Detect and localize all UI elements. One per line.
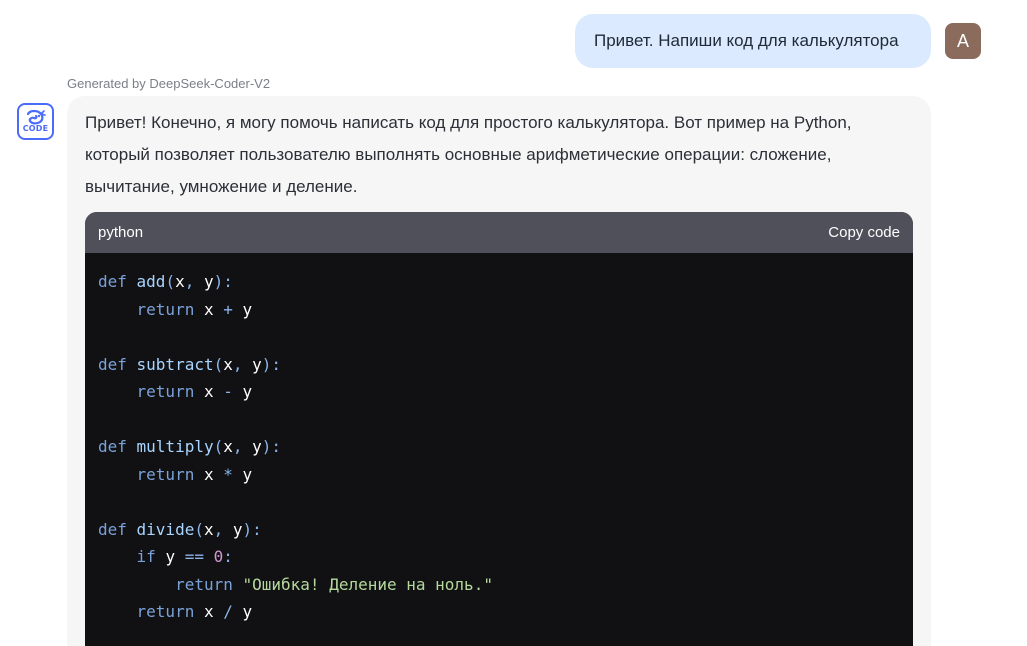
- code-token: ,: [232, 437, 253, 456]
- code-line: def subtract(x, y):: [98, 351, 493, 379]
- code-line: if y == 0:: [98, 543, 493, 571]
- code-token: return: [98, 464, 204, 484]
- copy-code-button[interactable]: Copy code: [828, 212, 900, 253]
- code-token: def: [98, 437, 137, 456]
- code-content: def add(x, y): return x + y def subtract…: [98, 268, 493, 626]
- code-token: def: [98, 354, 137, 374]
- code-token: subtract: [136, 354, 214, 374]
- code-token: x: [223, 437, 233, 456]
- code-token: (: [213, 354, 224, 374]
- code-token: y: [242, 299, 253, 319]
- assistant-message-bubble: Привет! Конечно, я могу помочь написать …: [67, 96, 931, 646]
- assistant-avatar: CODE: [17, 103, 54, 140]
- code-token: (: [194, 519, 204, 539]
- code-token: def: [98, 272, 137, 291]
- code-line: return x * y: [98, 461, 493, 489]
- code-line: return x / y: [98, 598, 493, 626]
- code-token: y: [232, 519, 243, 539]
- user-message-text: Привет. Напиши код для калькулятора: [594, 31, 899, 50]
- code-line: return "Ошибка! Деление на ноль.": [98, 571, 493, 599]
- code-token: :: [223, 547, 233, 566]
- deepseek-whale-icon: [26, 109, 46, 125]
- code-token: y: [242, 602, 253, 621]
- code-block: python Copy code def add(x, y): return x…: [85, 212, 913, 646]
- code-token: x: [203, 519, 214, 539]
- code-token: ,: [232, 354, 253, 374]
- code-token: multiply: [136, 437, 214, 456]
- code-token: return: [98, 382, 204, 401]
- code-line: def divide(x, y):: [98, 516, 493, 544]
- code-token: x: [203, 382, 214, 401]
- code-token: y: [242, 382, 253, 401]
- code-token: x: [203, 464, 214, 484]
- code-token: y: [165, 547, 176, 566]
- chat-page: Привет. Напиши код для калькулятора A Ge…: [0, 0, 1027, 646]
- code-token: divide: [136, 519, 195, 539]
- user-message-bubble: Привет. Напиши код для калькулятора: [575, 14, 931, 68]
- model-label: Generated by DeepSeek-Coder-V2: [67, 76, 271, 91]
- code-token: return: [98, 602, 204, 621]
- code-token: -: [213, 382, 243, 401]
- code-token: (: [165, 272, 176, 291]
- user-avatar[interactable]: A: [945, 23, 981, 59]
- code-token: return: [98, 574, 243, 594]
- code-token: add: [136, 272, 166, 291]
- code-line: return x - y: [98, 378, 493, 406]
- code-line: def add(x, y):: [98, 268, 493, 296]
- code-token: ==: [175, 547, 214, 566]
- code-token: /: [213, 602, 243, 621]
- code-token: ,: [184, 272, 204, 291]
- code-token: x: [203, 299, 214, 319]
- code-token: y: [203, 272, 214, 291]
- code-token: x: [223, 354, 233, 374]
- code-token: if: [98, 547, 166, 566]
- code-token: y: [252, 437, 262, 456]
- user-avatar-letter: A: [956, 31, 969, 51]
- code-token: +: [213, 299, 243, 319]
- assistant-intro-text: Привет! Конечно, я могу помочь написать …: [85, 113, 852, 196]
- code-token: (: [213, 437, 224, 456]
- code-token: ,: [213, 519, 233, 539]
- code-line: return x + y: [98, 296, 493, 324]
- code-token: ):: [261, 437, 282, 456]
- code-token: "Ошибка! Деление на ноль.": [242, 574, 493, 594]
- code-token: ):: [261, 354, 282, 374]
- code-token: *: [213, 464, 243, 484]
- code-language-label: python: [98, 224, 144, 241]
- code-token: ):: [242, 519, 262, 539]
- code-line: def multiply(x, y):: [98, 433, 493, 461]
- code-token: return: [98, 299, 204, 319]
- assistant-avatar-code-label: CODE: [22, 124, 49, 133]
- code-token: x: [203, 602, 214, 621]
- code-token: y: [242, 464, 253, 484]
- code-token: def: [98, 519, 137, 539]
- code-block-header: python Copy code: [85, 212, 913, 253]
- code-token: x: [175, 272, 185, 291]
- code-token: y: [252, 354, 262, 374]
- code-token: 0: [213, 547, 224, 566]
- code-token: ):: [213, 272, 233, 291]
